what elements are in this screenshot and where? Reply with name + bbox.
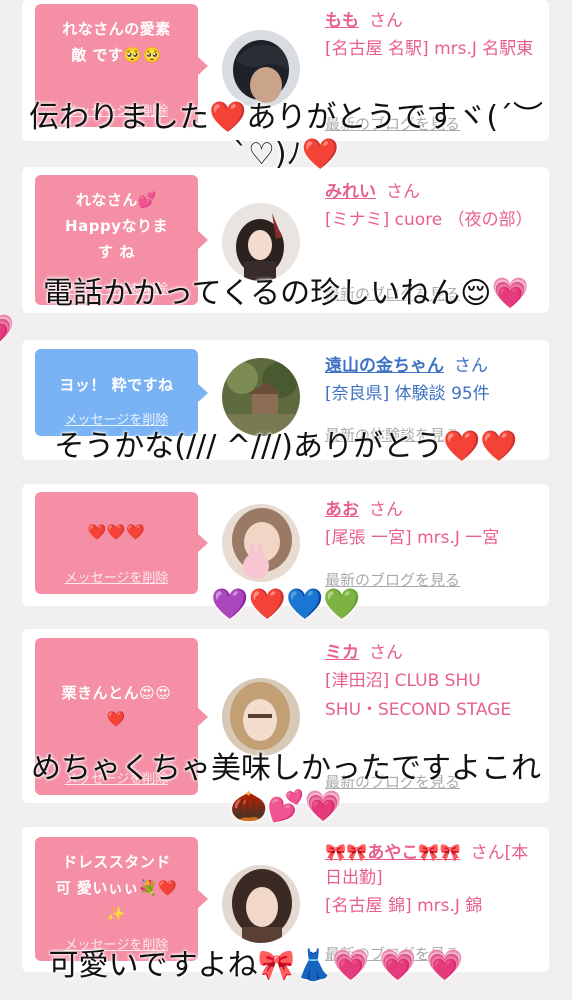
overlay-caption: 💗 [0,314,282,348]
avatar-image [222,358,300,436]
overlay-caption: そうかな(/// ^///)ありがとう❤️❤️ [54,429,518,464]
overlay-caption: 電話かかってくるの珍しいねん😌💗 [43,276,529,311]
user-name-link[interactable]: みれい [325,182,376,202]
shop-link[interactable]: [名古屋 錦] mrs.J 錦 [325,892,537,921]
delete-message-link[interactable]: メッセージを削除 [35,567,198,586]
avatar-image [222,678,300,756]
message-text: れなさん💕 Happyなります ね [65,191,168,261]
message-text: れなさんの愛素敵 です🥺🥺 [62,20,171,64]
avatar-image [222,865,300,943]
avatar[interactable] [222,30,300,108]
message-text: ドレススタンド可 愛いぃぃ💐❤️✨ [55,853,178,923]
shop-link[interactable]: [津田沼] CLUB SHU SHU・SECOND STAGE [325,667,537,725]
avatar-image [222,203,300,281]
overlay-caption: 伝わりました❤️ありがとうですヾ(´︶ [28,100,544,135]
avatar-image [222,504,300,582]
shop-link[interactable]: [ミナミ] cuore （夜の部） [325,206,537,235]
overlay-caption: 🌰💕💗 [229,789,343,824]
avatar[interactable] [222,504,300,582]
avatar[interactable] [222,678,300,756]
user-info: 遠山の金ちゃん さん [奈良県] 体験談 95件 [325,351,537,409]
user-name-link[interactable]: あお [325,500,359,520]
user-name-link[interactable]: ミカ [325,643,359,663]
user-name-link[interactable]: 🎀🎀あやこ🎀🎀 [325,843,461,863]
message-bubble: ❤️❤️❤️ メッセージを削除 [35,492,208,594]
message-text: ヨッ！ 粋ですね [59,376,174,394]
honorific: さん [369,11,403,31]
message-bubble: ヨッ！ 粋ですね メッセージを削除 [35,349,208,436]
message-text: ❤️❤️❤️ [87,523,146,541]
user-info: みれい さん [ミナミ] cuore （夜の部） [325,177,537,235]
avatar[interactable] [222,358,300,436]
shop-link[interactable]: [名古屋 名駅] mrs.J 名駅東 [325,35,537,64]
honorific: さん [386,182,420,202]
overlay-caption: 可愛いですよね🎀👗💗 💗 💗 [48,948,464,983]
overlay-caption: めちゃくちゃ美味しかったですよこれ [31,751,541,786]
user-info: 🎀🎀あやこ🎀🎀 さん[本日出勤] [名古屋 錦] mrs.J 錦 [325,838,537,921]
user-name-link[interactable]: もも [325,11,359,31]
avatar[interactable] [222,203,300,281]
user-info: あお さん [尾張 一宮] mrs.J 一宮 [325,495,537,553]
shop-link[interactable]: [奈良県] 体験談 95件 [325,380,537,409]
user-info: ミカ さん [津田沼] CLUB SHU SHU・SECOND STAGE [325,638,537,725]
message-text: 栗きんとん😍😍 ❤️ [61,684,172,728]
overlay-caption: 💜❤️💙💚 [211,587,361,622]
overlay-caption: `♡)ﾉ❤️ [233,137,339,172]
avatar-image [222,30,300,108]
honorific: さん [454,356,488,376]
user-name-link[interactable]: 遠山の金ちゃん [325,356,444,376]
honorific: さん [369,500,403,520]
user-info: もも さん [名古屋 名駅] mrs.J 名駅東 [325,6,537,64]
delete-message-link[interactable]: メッセージを削除 [35,409,198,428]
honorific: さん [369,643,403,663]
shop-link[interactable]: [尾張 一宮] mrs.J 一宮 [325,524,537,553]
message-bubble: ドレススタンド可 愛いぃぃ💐❤️✨ メッセージを削除 [35,837,208,961]
avatar[interactable] [222,865,300,943]
